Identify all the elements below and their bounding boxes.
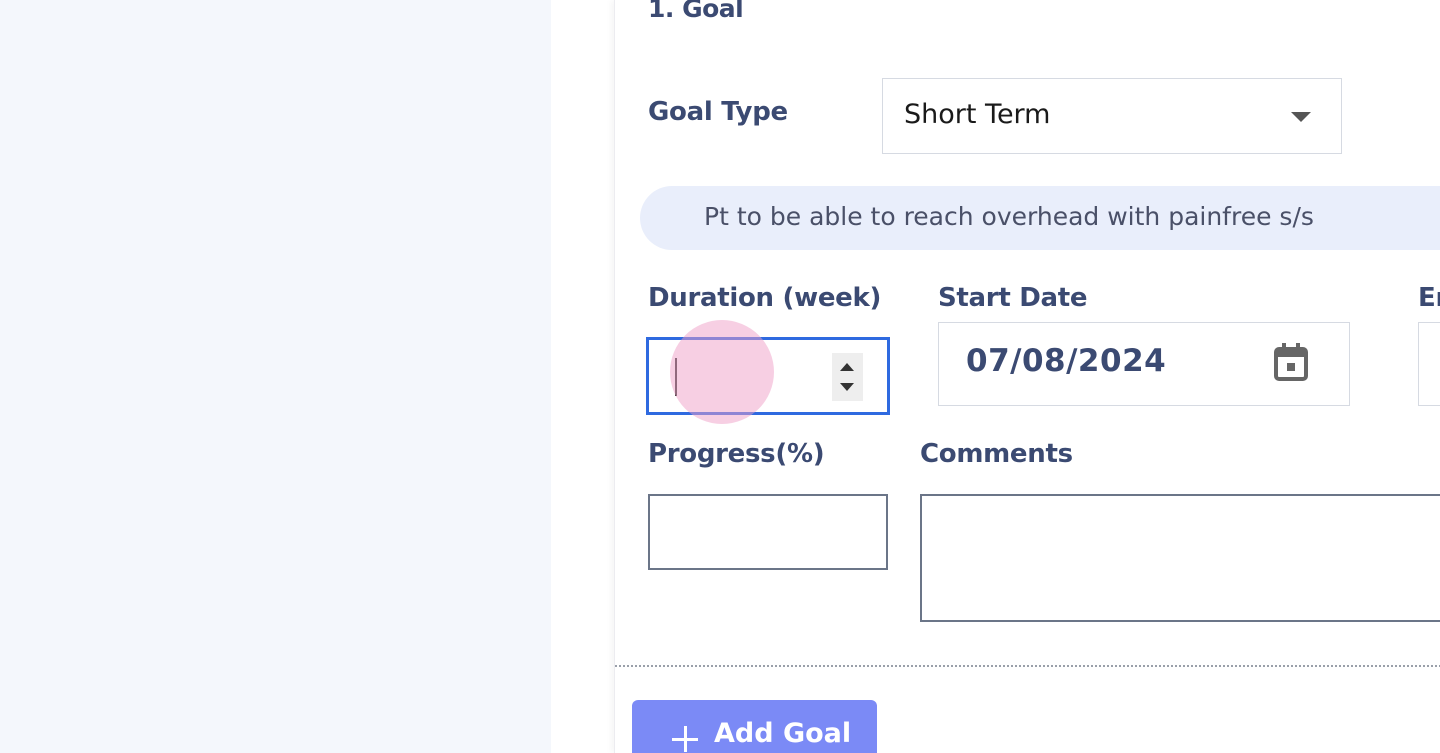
panel-gutter — [551, 0, 614, 753]
duration-input[interactable] — [646, 337, 890, 415]
add-goal-button[interactable]: Add Goal — [632, 700, 877, 753]
goal-description-field[interactable]: Pt to be able to reach overhead with pai… — [640, 186, 1440, 250]
goal-section-title: 1. Goal — [648, 0, 744, 23]
goal-type-label: Goal Type — [648, 97, 788, 127]
duration-label: Duration (week) — [648, 283, 882, 313]
goal-type-select[interactable]: Short Term — [882, 78, 1342, 154]
chevron-down-icon — [1291, 112, 1311, 122]
plus-icon — [672, 726, 698, 752]
goal-description-text: Pt to be able to reach overhead with pai… — [704, 202, 1314, 231]
text-cursor — [675, 358, 677, 396]
calendar-icon[interactable] — [1272, 343, 1310, 383]
page-background — [0, 0, 551, 753]
goal-type-value: Short Term — [904, 99, 1051, 130]
comments-textarea[interactable] — [920, 494, 1440, 622]
end-date-input[interactable] — [1418, 322, 1440, 406]
progress-label: Progress(%) — [648, 439, 825, 469]
add-goal-label: Add Goal — [714, 718, 852, 749]
goals-panel: 1. Goal Goal Type Short Term Pt to be ab… — [614, 0, 1440, 753]
start-date-label: Start Date — [938, 283, 1088, 313]
end-date-label: En — [1418, 283, 1440, 313]
stepper-down-icon[interactable] — [840, 383, 854, 391]
start-date-input[interactable]: 07/08/2024 — [938, 322, 1350, 406]
duration-stepper[interactable] — [832, 353, 863, 401]
section-divider — [615, 665, 1440, 667]
progress-input[interactable] — [648, 494, 888, 570]
start-date-value: 07/08/2024 — [966, 343, 1167, 379]
stepper-up-icon[interactable] — [840, 363, 854, 371]
comments-label: Comments — [920, 439, 1073, 469]
